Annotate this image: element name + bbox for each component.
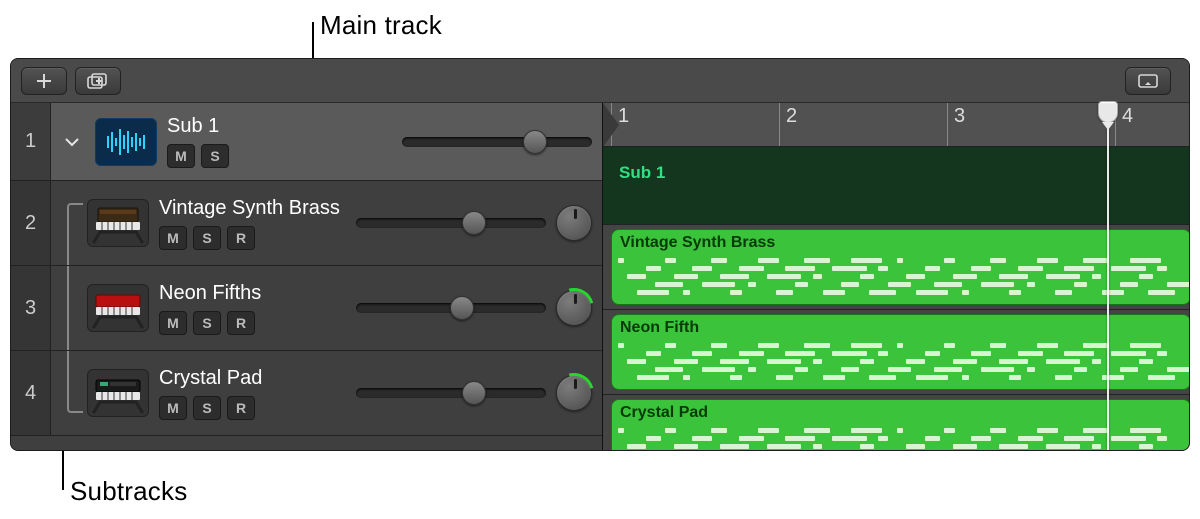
midi-notes (618, 428, 1184, 451)
plus-icon (35, 72, 53, 90)
track-icon-main[interactable] (95, 118, 157, 166)
region-main[interactable]: Sub 1 (611, 151, 1190, 220)
solo-button[interactable]: S (201, 144, 229, 168)
track-header-sub[interactable]: 2 Vintage Synth Brass (11, 181, 602, 266)
arr-row[interactable]: Neon Fifth (603, 310, 1189, 395)
volume-slider[interactable] (356, 298, 546, 318)
solo-button[interactable]: S (193, 226, 221, 250)
playhead[interactable] (1107, 103, 1109, 450)
midi-notes (618, 343, 1184, 383)
solo-button[interactable]: S (193, 396, 221, 420)
arr-row[interactable]: Vintage Synth Brass (603, 225, 1189, 310)
pan-knob[interactable] (556, 375, 592, 411)
track-icon[interactable] (87, 369, 149, 417)
region-label: Neon Fifth (620, 319, 1182, 337)
arrangement-rows: Sub 1 Vintage Synth Brass Neon Fifth (603, 147, 1189, 450)
synth-dark-icon (90, 372, 146, 414)
region-label: Crystal Pad (620, 404, 1182, 422)
volume-slider[interactable] (356, 383, 546, 403)
track-header-sub[interactable]: 3 Neon Fifths M (11, 266, 602, 351)
mute-button[interactable]: M (159, 396, 187, 420)
track-toolbar (11, 59, 1189, 103)
volume-slider-main[interactable] (402, 132, 592, 152)
track-number: 4 (11, 351, 51, 435)
add-track-button[interactable] (21, 67, 67, 95)
waveform-icon (103, 126, 149, 158)
ruler-mark: 4 (1115, 103, 1139, 146)
volume-slider[interactable] (356, 213, 546, 233)
mute-button[interactable]: M (159, 311, 187, 335)
synth-brass-icon (90, 202, 146, 244)
midi-region[interactable]: Crystal Pad (611, 399, 1190, 451)
catch-playhead-icon (1137, 73, 1159, 89)
duplicate-track-icon (87, 73, 109, 89)
record-button[interactable]: R (227, 396, 255, 420)
playhead-handle[interactable] (1098, 101, 1118, 123)
track-name[interactable]: Neon Fifths (159, 282, 346, 305)
midi-region[interactable]: Vintage Synth Brass (611, 229, 1190, 305)
synth-red-icon (90, 287, 146, 329)
chevron-down-icon (64, 134, 80, 150)
catch-playhead-button[interactable] (1125, 67, 1171, 95)
mute-button[interactable]: M (159, 226, 187, 250)
midi-notes (618, 258, 1184, 298)
track-header-main[interactable]: 1 Sub 1 M S (11, 103, 602, 181)
track-number: 2 (11, 181, 51, 265)
track-number: 3 (11, 266, 51, 350)
track-name[interactable]: Vintage Synth Brass (159, 197, 346, 220)
disclosure-toggle[interactable] (59, 129, 85, 155)
track-number: 1 (11, 103, 51, 180)
track-name-main[interactable]: Sub 1 (167, 115, 392, 138)
track-name[interactable]: Crystal Pad (159, 367, 346, 390)
track-header-list: 1 Sub 1 M S (11, 103, 603, 450)
track-icon[interactable] (87, 284, 149, 332)
solo-button[interactable]: S (193, 311, 221, 335)
callout-subtracks: Subtracks (70, 476, 187, 507)
workspace: 1 Sub 1 M S (11, 103, 1189, 450)
region-label: Vintage Synth Brass (620, 234, 1182, 252)
track-header-sub[interactable]: 4 Crystal Pad (11, 351, 602, 436)
daw-window: 1 Sub 1 M S (10, 58, 1190, 451)
record-button[interactable]: R (227, 311, 255, 335)
record-button[interactable]: R (227, 226, 255, 250)
pan-knob[interactable] (556, 205, 592, 241)
pan-knob[interactable] (556, 290, 592, 326)
midi-region[interactable]: Neon Fifth (611, 314, 1190, 390)
cycle-start-marker[interactable] (603, 103, 619, 147)
ruler-mark: 3 (947, 103, 971, 146)
track-icon[interactable] (87, 199, 149, 247)
mute-button[interactable]: M (167, 144, 195, 168)
arr-row[interactable]: Crystal Pad (603, 395, 1189, 451)
duplicate-track-button[interactable] (75, 67, 121, 95)
callout-main-track: Main track (320, 10, 442, 41)
arr-row-main[interactable]: Sub 1 (603, 147, 1189, 225)
region-label: Sub 1 (619, 163, 1183, 183)
arrangement-area[interactable]: 1 2 3 4 Sub 1 Vintage Synth Brass (603, 103, 1189, 450)
ruler-mark: 2 (779, 103, 803, 146)
